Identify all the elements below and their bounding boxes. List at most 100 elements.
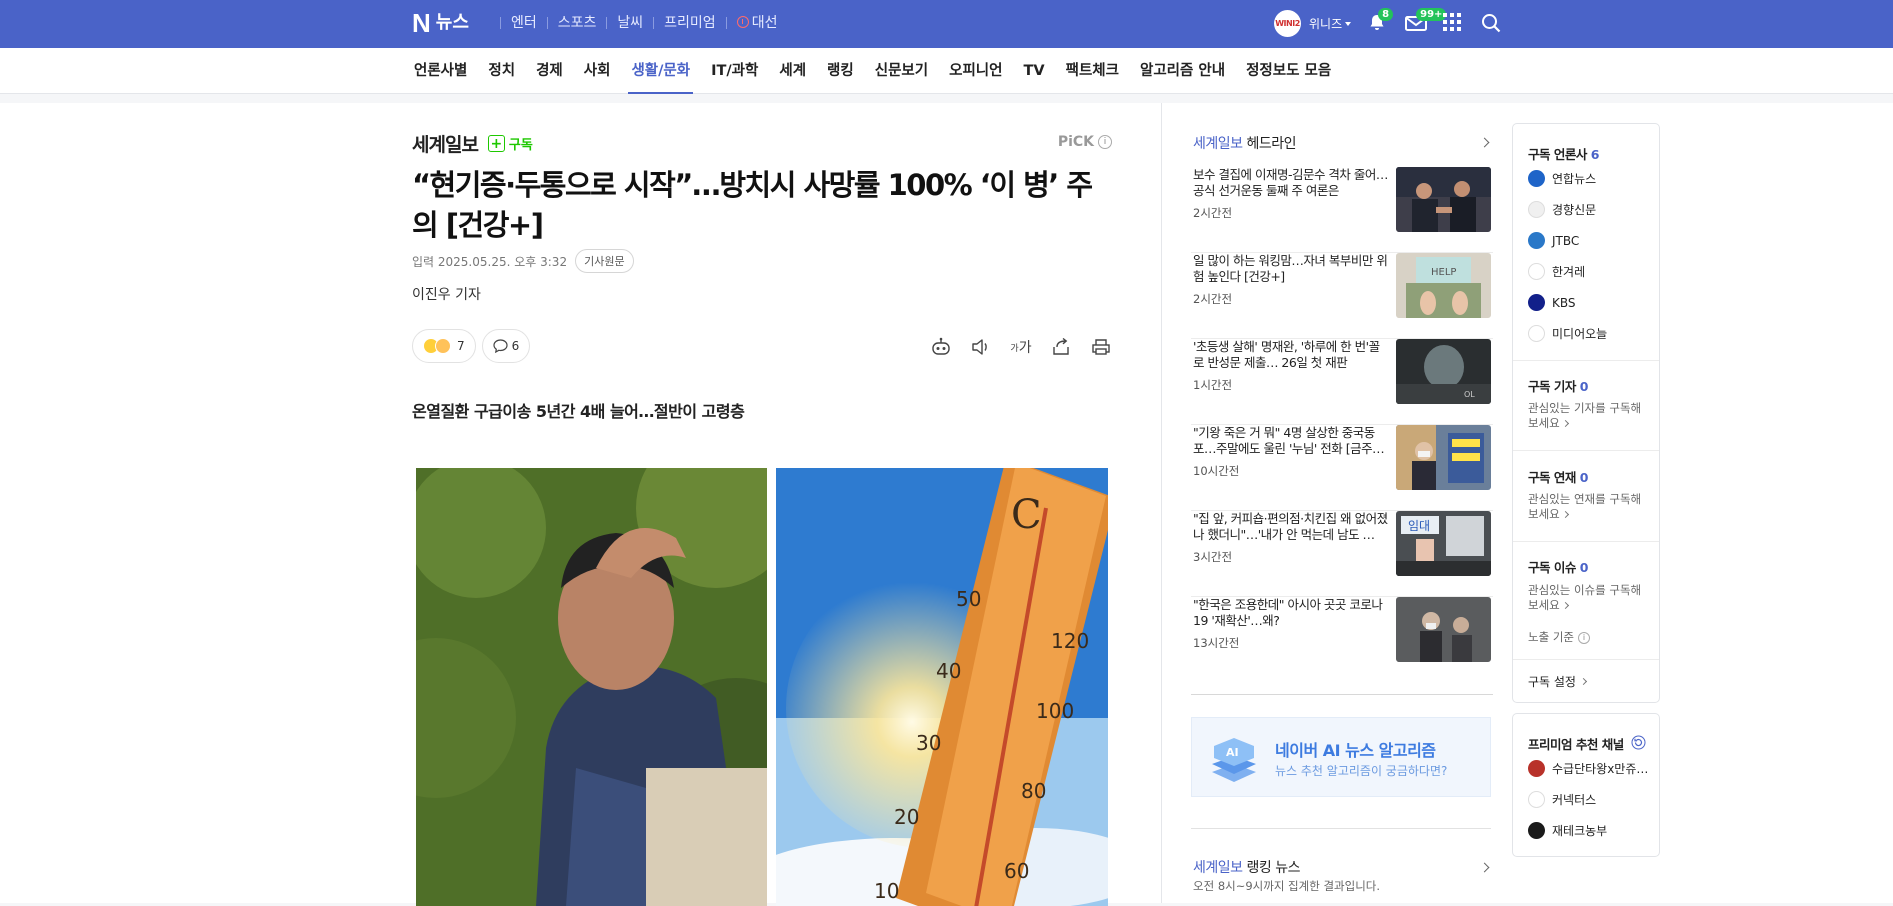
headline-time: 2시간전: [1193, 292, 1233, 306]
panel-divider: [1513, 450, 1659, 451]
refresh-icon[interactable]: [1631, 735, 1646, 750]
article-photo-thermometer[interactable]: C 50 40 30 20 10 120 100 80 60: [776, 468, 1108, 906]
category-tab[interactable]: 신문보기: [875, 48, 928, 94]
nav-premium[interactable]: 프리미엄: [664, 14, 716, 32]
ranking-title[interactable]: 세계일보 랭킹 뉴스: [1193, 857, 1300, 877]
search-button[interactable]: [1481, 13, 1503, 35]
category-tab[interactable]: 세계: [779, 48, 806, 94]
tts-button[interactable]: [970, 336, 992, 358]
headline-item[interactable]: 일 많이 하는 워킹맘…자녀 복부비만 위험 높인다 [건강+] 2시간전 HE…: [1191, 253, 1493, 339]
panel-divider: [1513, 360, 1659, 361]
subscribed-series-heading[interactable]: 구독 연재 0: [1528, 467, 1588, 486]
premium-item-label: 재테크농부: [1552, 824, 1608, 838]
notification-button[interactable]: 8: [1367, 7, 1394, 35]
press-item-yonhap[interactable]: 연합뉴스: [1528, 170, 1596, 187]
comment-button[interactable]: 6: [481, 329, 531, 363]
category-tab[interactable]: 알고리즘 안내: [1140, 48, 1225, 94]
subscribed-press-heading[interactable]: 구독 언론사 6: [1528, 144, 1599, 163]
premium-item[interactable]: 수급단타왕x만쥬…: [1528, 760, 1648, 777]
ai-algorithm-banner[interactable]: AI 네이버 AI 뉴스 알고리즘 뉴스 추천 알고리즘이 궁금하다면?: [1191, 717, 1491, 797]
press-item-kbs[interactable]: KBS: [1528, 294, 1576, 311]
svg-text:40: 40: [936, 659, 961, 683]
issue-desc-link[interactable]: 관심있는 이슈를 구독해 보세요: [1528, 583, 1650, 613]
category-tab[interactable]: 랭킹: [827, 48, 854, 94]
press-item-hankyoreh[interactable]: 한겨레: [1528, 263, 1585, 280]
nav-sports[interactable]: 스포츠: [558, 14, 597, 32]
category-tab[interactable]: 오피니언: [949, 48, 1002, 94]
category-tab[interactable]: 생활/문화: [628, 48, 693, 94]
subscribed-issue-heading[interactable]: 구독 이슈 0: [1528, 557, 1588, 576]
nav-weather[interactable]: 날씨: [617, 14, 643, 32]
category-tab[interactable]: IT/과학: [711, 48, 758, 94]
category-tab[interactable]: TV: [1023, 48, 1044, 94]
font-size-icon: 가: [1010, 343, 1019, 354]
headline-text: '초등생 살해' 명재완, '하루에 한 번'꼴로 반성문 제출… 26일 첫 …: [1193, 339, 1380, 370]
reaction-button[interactable]: 7: [412, 329, 476, 363]
ranking-press: 세계일보: [1193, 860, 1243, 876]
naver-news-logo[interactable]: N 뉴스: [412, 10, 469, 36]
headlines-label: 헤드라인: [1246, 136, 1297, 152]
avatar[interactable]: WINI2: [1274, 10, 1301, 37]
press-logo[interactable]: 세계일보: [412, 130, 479, 157]
username-menu[interactable]: 위니즈: [1309, 15, 1352, 32]
headline-item[interactable]: 보수 결집에 이재명-김문수 격차 줄어…공식 선거운동 둘째 주 여론은 2시…: [1191, 167, 1493, 253]
summary-bot-button[interactable]: [930, 336, 952, 358]
headline-item[interactable]: "집 앞, 커피숍·편의점·치킨집 왜 없어졌나 했더니"…'내가 안 먹는데 …: [1191, 511, 1493, 597]
headline-item[interactable]: "기왕 죽은 거 뭐" 4명 살상한 중국동포…주말에도 울린 '누님' 전화 …: [1191, 425, 1493, 511]
reporter-name[interactable]: 이진우 기자: [412, 284, 481, 304]
article-title: “현기증·두통으로 시작”…방치시 사망률 100% ‘이 병’ 주의 [건강+…: [412, 168, 1093, 242]
press-item-jtbc[interactable]: JTBC: [1528, 232, 1579, 249]
category-tab[interactable]: 경제: [536, 48, 563, 94]
publish-date: 입력 2025.05.25. 오후 3:32: [412, 254, 568, 269]
category-tab[interactable]: 언론사별: [414, 48, 467, 94]
headline-text: 보수 결집에 이재명-김문수 격차 줄어…공식 선거운동 둘째 주 여론은: [1193, 167, 1388, 198]
reporter-desc-link[interactable]: 관심있는 기자를 구독해 보세요: [1528, 401, 1650, 431]
press-item-kyunghyang[interactable]: 경향신문: [1528, 201, 1596, 218]
headline-item[interactable]: "한국은 조용한데" 아시아 곳곳 코로나19 '재확산'…왜? 13시간전: [1191, 597, 1493, 695]
reaction-emoji-icon: [435, 338, 451, 354]
pick-badge[interactable]: PiCK i: [1058, 134, 1112, 150]
apps-button[interactable]: [1443, 12, 1465, 35]
svg-text:OL: OL: [1464, 390, 1475, 399]
reaction-count: 7: [457, 339, 465, 353]
nav-entertainment[interactable]: 엔터: [511, 14, 537, 32]
headlines-title[interactable]: 세계일보 헤드라인: [1193, 133, 1297, 153]
font-size-button[interactable]: 가가: [1010, 336, 1032, 358]
photo-thermometer: C 50 40 30 20 10 120 100 80 60: [776, 468, 1108, 906]
share-button[interactable]: [1050, 336, 1072, 358]
mail-button[interactable]: 99+: [1405, 7, 1447, 35]
chevron-right-icon: [1561, 419, 1569, 428]
subscribed-reporter-heading[interactable]: 구독 기자 0: [1528, 376, 1588, 395]
category-tab[interactable]: 사회: [584, 48, 611, 94]
print-button[interactable]: [1090, 336, 1112, 358]
headlines-press: 세계일보: [1193, 136, 1243, 152]
premium-channel-logo-icon: [1528, 791, 1545, 808]
headline-item[interactable]: '초등생 살해' 명재완, '하루에 한 번'꼴로 반성문 제출… 26일 첫 …: [1191, 339, 1493, 425]
press-item-mediatoday[interactable]: 미디어오늘: [1528, 325, 1607, 342]
nav-divider: [653, 17, 655, 29]
subscribed-press-label: 구독 언론사: [1528, 147, 1587, 162]
username-label: 위니즈: [1309, 17, 1343, 31]
nav-divider: [546, 17, 548, 29]
headline-text: "집 앞, 커피숍·편의점·치킨집 왜 없어졌나 했더니"…'내가 안 먹는데 …: [1193, 511, 1388, 542]
subscription-settings-link[interactable]: 구독 설정: [1528, 673, 1588, 690]
category-tab[interactable]: 정정보도 모음: [1246, 48, 1331, 94]
headline-thumbnail: 임대: [1396, 511, 1491, 576]
svg-text:HELP: HELP: [1431, 267, 1456, 278]
category-tab[interactable]: 팩트체크: [1066, 48, 1119, 94]
headline-text: "기왕 죽은 거 뭐" 4명 살상한 중국동포…주말에도 울린 '누님' 전화 …: [1193, 425, 1385, 456]
category-tab[interactable]: 정치: [488, 48, 515, 94]
premium-item[interactable]: 재테크농부: [1528, 822, 1607, 839]
hankyoreh-logo-icon: [1528, 263, 1545, 280]
article-photo-man-heat[interactable]: [416, 468, 767, 906]
info-icon: i: [1098, 135, 1112, 149]
premium-item[interactable]: 커넥터스: [1528, 791, 1596, 808]
original-article-button[interactable]: 기사원문: [575, 249, 634, 273]
subscribe-button[interactable]: + 구독: [487, 134, 533, 153]
nav-election[interactable]: 대선: [736, 14, 777, 32]
exposure-criteria[interactable]: 노출 기준 i: [1528, 630, 1650, 645]
reaction-row: 7 6: [412, 329, 536, 363]
svg-text:20: 20: [894, 805, 919, 829]
nav-divider: [606, 17, 608, 29]
series-desc-link[interactable]: 관심있는 연재를 구독해 보세요: [1528, 492, 1650, 522]
